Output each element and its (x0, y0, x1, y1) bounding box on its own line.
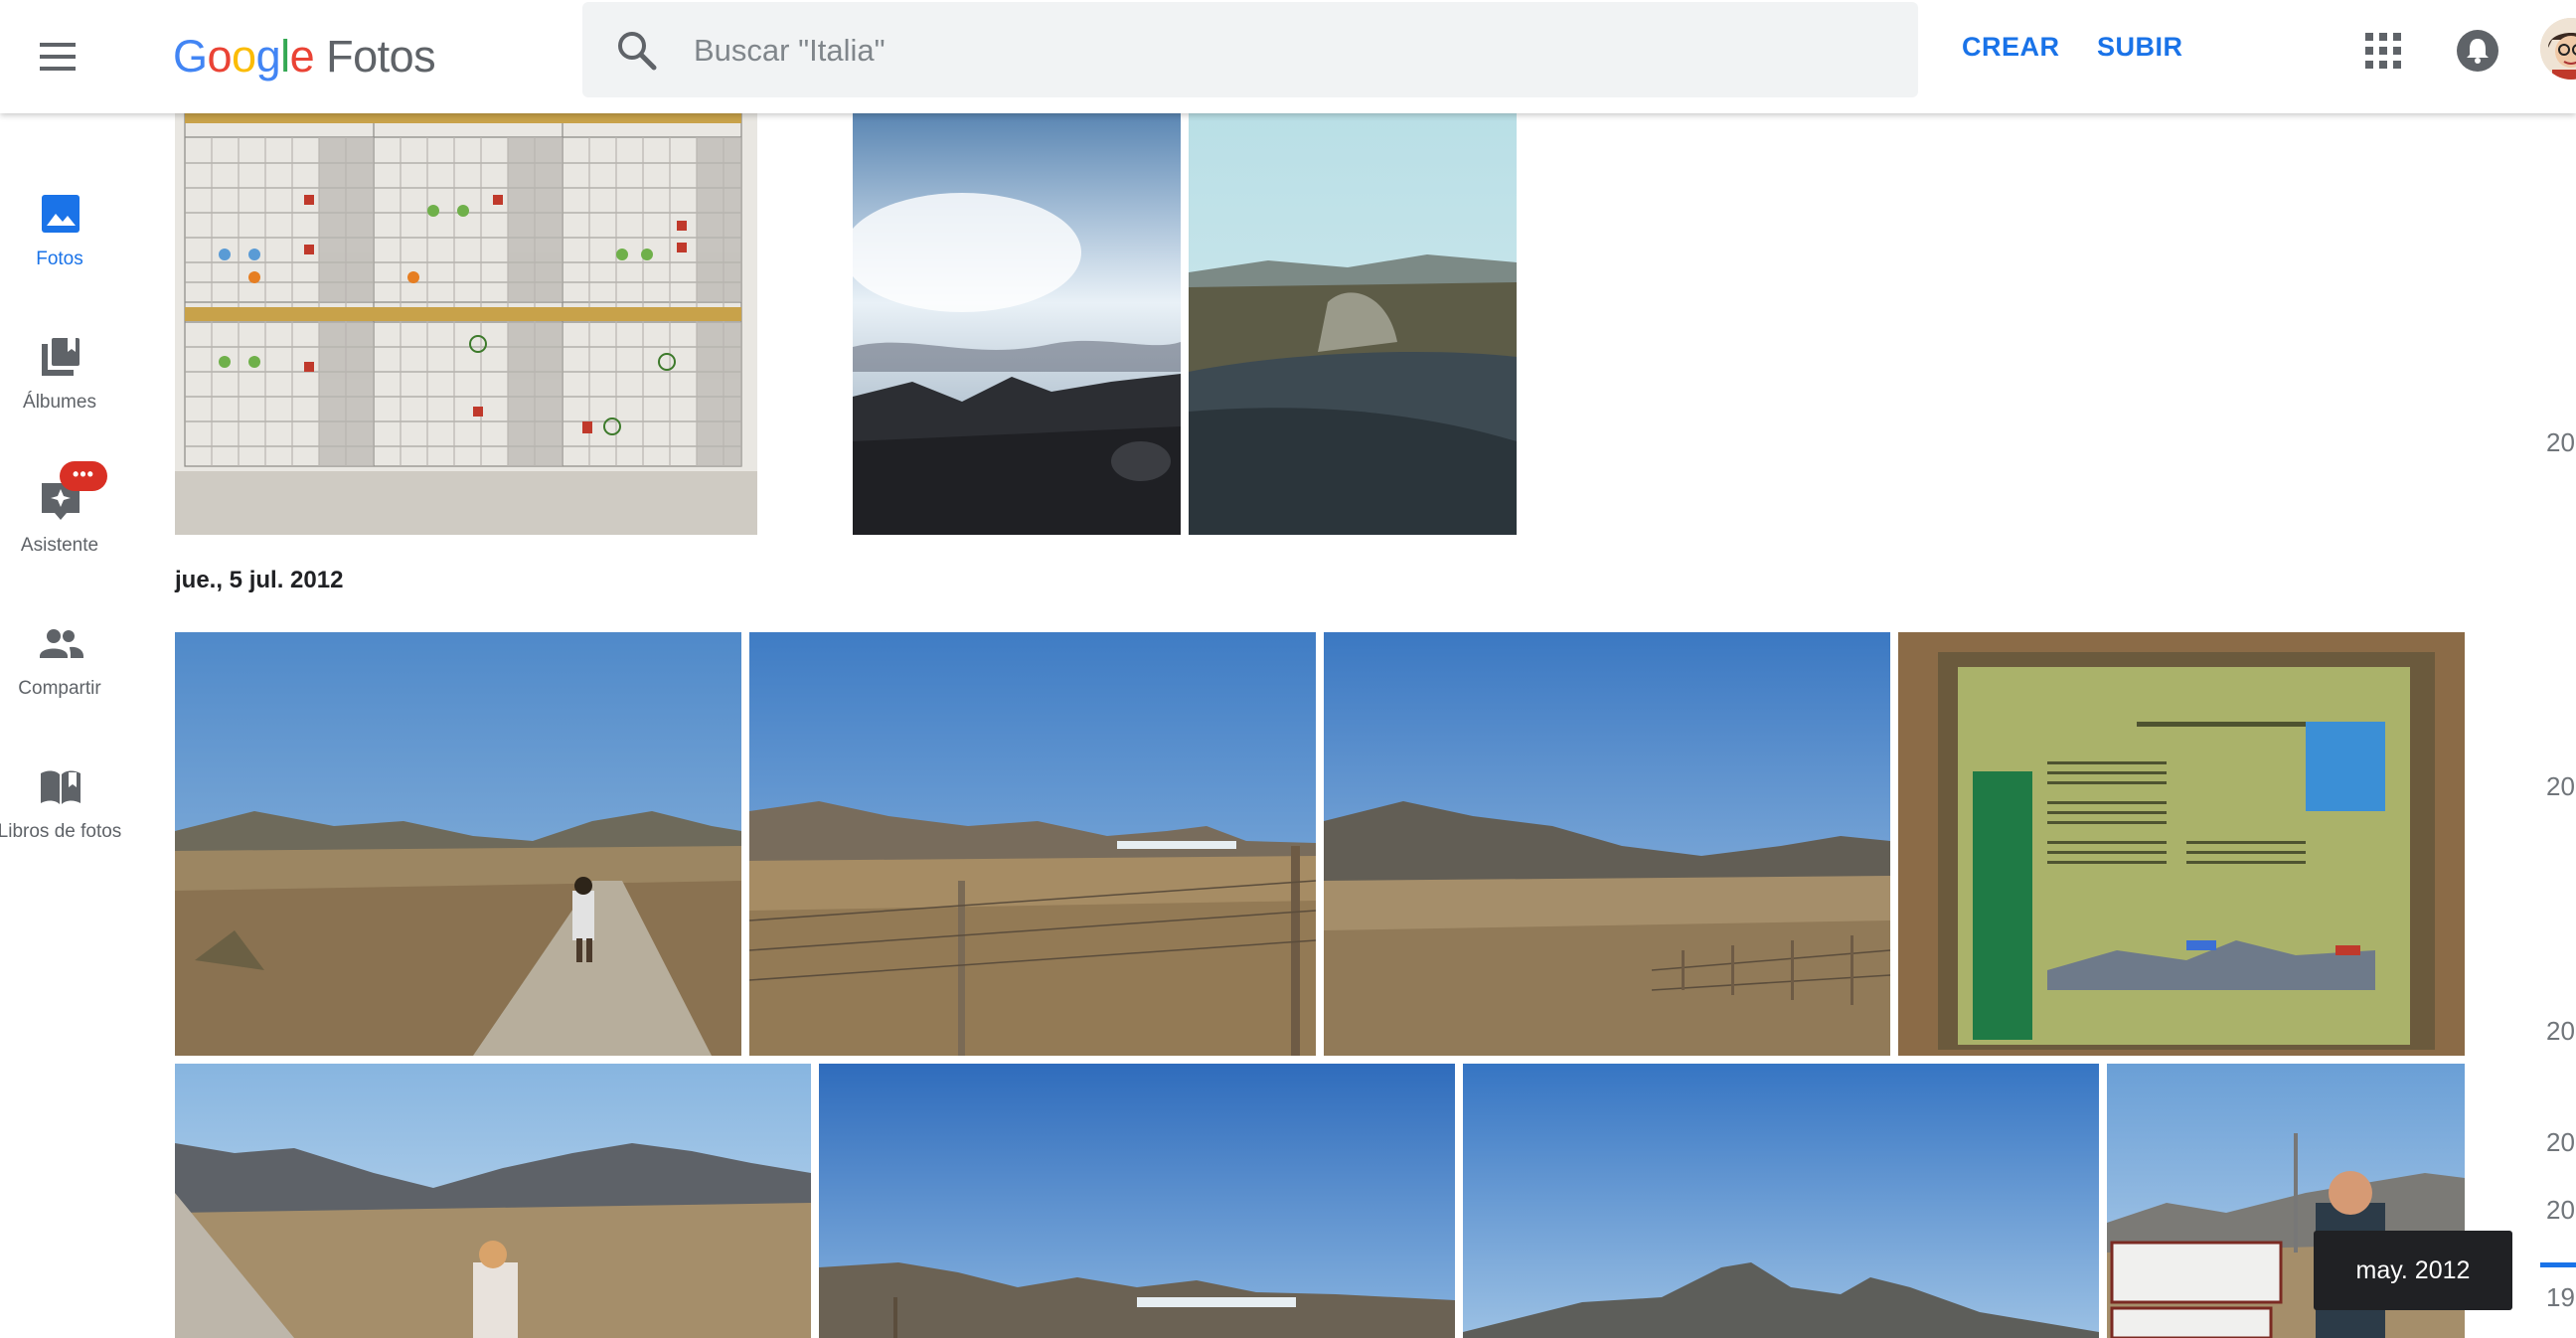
photo-thumbnail-sunset-hills[interactable] (853, 113, 1181, 535)
book-icon (38, 763, 83, 809)
create-button[interactable]: CREAR (1962, 32, 2060, 63)
photo-thumbnail-fence-field[interactable] (749, 632, 1316, 1056)
product-name: Fotos (326, 31, 436, 82)
sidebar-item-sharing[interactable]: Compartir (0, 620, 119, 740)
scrubber-year-label[interactable]: 20 (2546, 771, 2575, 802)
section-date-header: jue., 5 jul. 2012 (175, 567, 344, 593)
scrubber-year-label[interactable]: 20 (2546, 1016, 2575, 1047)
logo-letter: o (232, 31, 256, 82)
logo-letter: g (255, 31, 281, 82)
sidebar-item-label: Fotos (36, 249, 83, 269)
sidebar-item-label: Asistente (20, 535, 99, 556)
sidebar-item-albums[interactable]: Álbumes (0, 334, 119, 453)
upload-button[interactable]: SUBIR (2097, 32, 2183, 63)
left-nav: Fotos Álbumes ••• Asistente Compartir Li… (0, 113, 121, 1338)
sidebar-item-photos[interactable]: Fotos (0, 191, 119, 310)
scrubber-date-tooltip: may. 2012 (2314, 1231, 2512, 1310)
search-icon[interactable] (612, 26, 660, 74)
google-photos-logo[interactable]: Google Fotos (173, 22, 436, 91)
photo-thumbnail-mountain-peak[interactable] (1463, 1064, 2099, 1338)
scrubber-year-label[interactable]: 20 (2546, 1195, 2575, 1226)
search-input[interactable] (692, 22, 1888, 80)
albums-icon (38, 334, 83, 380)
sidebar-item-label: Libros de fotos (0, 821, 122, 842)
bell-icon[interactable] (2455, 28, 2500, 74)
photo-thumbnail-hiker-path[interactable] (175, 632, 741, 1056)
logo-letter: G (173, 31, 208, 82)
sidebar-item-assistant[interactable]: ••• Asistente (0, 461, 119, 596)
scrubber-year-label[interactable]: 20 (2546, 1127, 2575, 1158)
people-icon (38, 620, 83, 666)
search-bar[interactable] (582, 2, 1918, 97)
logo-letter: l (280, 31, 290, 82)
photo-thumbnail-coast-view[interactable] (819, 1064, 1455, 1338)
sidebar-item-label: Álbumes (23, 392, 96, 413)
apps-grid-icon[interactable] (2363, 31, 2403, 71)
photo-thumbnail-girl-path[interactable] (175, 1064, 811, 1338)
photo-thumbnail-mountains-fence[interactable] (1324, 632, 1890, 1056)
photo-thumbnail-calendar[interactable] (175, 113, 757, 535)
photo-icon (38, 191, 83, 237)
sidebar-item-photo-books[interactable]: Libros de fotos (0, 763, 121, 883)
scrubber-position-marker[interactable] (2540, 1262, 2576, 1267)
photo-thumbnail-info-sign[interactable] (1898, 632, 2465, 1056)
notification-badge: ••• (60, 461, 107, 491)
photo-thumbnail-car-dashboard[interactable] (1189, 113, 1517, 535)
logo-letter: e (289, 31, 315, 82)
avatar[interactable] (2540, 18, 2576, 80)
hamburger-menu-icon[interactable] (36, 33, 83, 81)
logo-letter: o (207, 31, 233, 82)
sidebar-item-label: Compartir (18, 678, 101, 699)
scrubber-year-label[interactable]: 19 (2546, 1282, 2575, 1313)
scrubber-year-label[interactable]: 20 (2546, 427, 2575, 458)
top-app-bar: Google Fotos CREAR SUBIR (0, 0, 2576, 113)
